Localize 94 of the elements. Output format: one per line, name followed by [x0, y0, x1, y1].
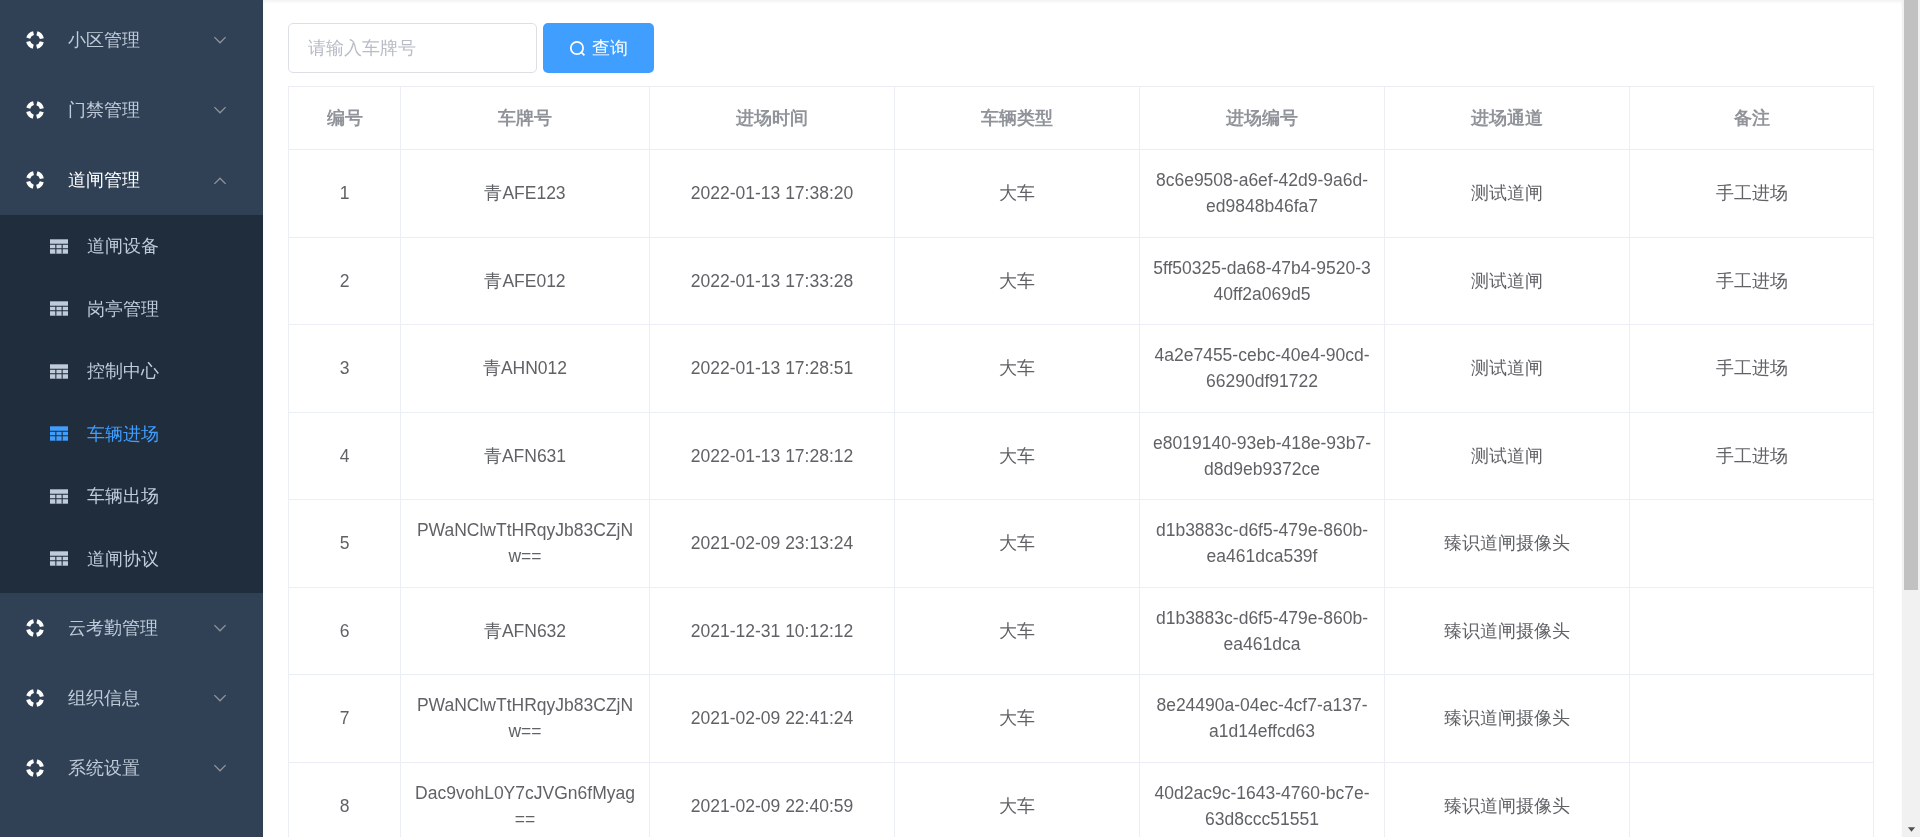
- help-ring-icon: [25, 170, 45, 190]
- table-cell: 1: [339, 183, 350, 204]
- search-icon: [569, 39, 586, 57]
- table-cell: 2021-02-09 22:40:59: [690, 795, 854, 816]
- grid-icon: [50, 488, 68, 504]
- table-cell: 大车: [999, 183, 1035, 204]
- table-cell: d1b3883c-d6f5-479e-860b-ea461dca539f: [1155, 520, 1369, 567]
- help-ring-icon: [25, 30, 45, 50]
- table-cell: 大车: [999, 445, 1035, 466]
- menu-item[interactable]: 系统设置: [0, 733, 263, 803]
- table-cell: 青AFN632: [483, 620, 567, 641]
- table-cell: 测试道闸: [1471, 183, 1543, 204]
- table-cell: 臻识道闸摄像头: [1444, 620, 1570, 641]
- chevron-down-icon: [213, 105, 227, 115]
- chevron-down-icon: [213, 763, 227, 773]
- table-cell: Dac9vohL0Y7cJVGn6fMyag==: [415, 782, 635, 829]
- table-cell: 大车: [999, 358, 1035, 379]
- table-cell: 3: [339, 358, 350, 379]
- table-cell: 测试道闸: [1471, 270, 1543, 291]
- table-cell: 大车: [999, 708, 1035, 729]
- table-cell: 测试道闸: [1471, 358, 1543, 379]
- column-header: 进场时间: [649, 86, 895, 150]
- chevron-down-icon: [213, 35, 227, 45]
- column-header: 备注: [1629, 86, 1874, 150]
- chevron-down-icon: [213, 693, 227, 703]
- scroll-down-icon[interactable]: [1907, 827, 1916, 833]
- scrollbar[interactable]: [1902, 0, 1920, 837]
- grid-icon: [50, 238, 68, 254]
- table-cell: 青AFE012: [484, 270, 566, 291]
- column-header: 进场通道: [1384, 86, 1630, 150]
- table-cell: 4a2e7455-cebc-40e4-90cd-66290df91722: [1154, 345, 1370, 392]
- table-cell: d1b3883c-d6f5-479e-860b-ea461dca: [1155, 607, 1369, 654]
- menu-item[interactable]: 道闸管理: [0, 145, 263, 215]
- table-cell: e8019140-93eb-418e-93b7-d8d9eb9372ce: [1153, 432, 1371, 479]
- table-cell: 手工进场: [1715, 183, 1788, 204]
- table-cell: 6: [339, 620, 350, 641]
- table-cell: 2021-12-31 10:12:12: [690, 620, 854, 641]
- table-cell: 臻识道闸摄像头: [1444, 708, 1570, 729]
- column-header: 车牌号: [400, 86, 650, 150]
- table-cell: 臻识道闸摄像头: [1444, 533, 1570, 554]
- table-cell: 40d2ac9c-1643-4760-bc7e-63d8ccc51551: [1154, 782, 1370, 829]
- menu-item[interactable]: 小区管理: [0, 5, 263, 75]
- search-field[interactable]: 请输入车牌号: [288, 23, 537, 73]
- column-header: 进场编号: [1139, 86, 1385, 150]
- table-cell: 5ff50325-da68-47b4-9520-340ff2a069d5: [1153, 257, 1371, 304]
- submenu-item[interactable]: 岗亭管理: [0, 277, 263, 340]
- table-cell: 手工进场: [1715, 358, 1788, 379]
- chevron-down-icon: [213, 623, 227, 633]
- submenu-item[interactable]: 道闸设备: [0, 215, 263, 278]
- menu-item[interactable]: 门禁管理: [0, 75, 263, 145]
- help-ring-icon: [25, 100, 45, 120]
- table-cell: 大车: [999, 620, 1035, 641]
- help-ring-icon: [25, 758, 45, 778]
- grid-icon: [50, 426, 68, 442]
- table-cell: 手工进场: [1715, 270, 1788, 291]
- table-cell: 2022-01-13 17:28:51: [690, 358, 854, 379]
- column-header: 编号: [288, 86, 401, 150]
- column-header: 车辆类型: [894, 86, 1140, 150]
- table-cell: 测试道闸: [1471, 445, 1543, 466]
- table-cell: 5: [339, 533, 350, 554]
- table-cell: 大车: [999, 795, 1035, 816]
- scrollbar-thumb[interactable]: [1904, 0, 1918, 590]
- table-cell: 2022-01-13 17:33:28: [690, 270, 854, 291]
- table-cell: 青AFE123: [484, 183, 566, 204]
- table-cell: 8: [339, 795, 350, 816]
- table-cell: 2021-02-09 23:13:24: [690, 533, 854, 554]
- table-cell: PWaNClwTtHRqyJb83CZjNw==: [416, 520, 634, 567]
- table-cell: 大车: [999, 533, 1035, 554]
- submenu-item[interactable]: 车辆进场: [0, 402, 263, 465]
- menu-item[interactable]: 云考勤管理: [0, 593, 263, 663]
- table-cell: 臻识道闸摄像头: [1444, 795, 1570, 816]
- grid-icon: [50, 301, 68, 317]
- menu-item[interactable]: 组织信息: [0, 663, 263, 733]
- help-ring-icon: [25, 618, 45, 638]
- table-cell: 2022-01-13 17:38:20: [690, 183, 854, 204]
- help-ring-icon: [25, 688, 45, 708]
- table-cell: 青AHN012: [482, 358, 568, 379]
- table-cell: 青AFN631: [483, 445, 567, 466]
- chevron-up-icon: [213, 175, 227, 185]
- table-cell: 8e24490a-04ec-4cf7-a137-a1d14effcd63: [1156, 695, 1368, 742]
- grid-icon: [50, 551, 68, 567]
- table-cell: 4: [339, 445, 350, 466]
- table-cell: 2022-01-13 17:28:12: [690, 445, 854, 466]
- table-cell: 2021-02-09 22:41:24: [690, 708, 854, 729]
- table-cell: 8c6e9508-a6ef-42d9-9a6d-ed9848b46fa7: [1155, 170, 1369, 217]
- submenu-item[interactable]: 控制中心: [0, 340, 263, 403]
- table-cell: 2: [339, 270, 350, 291]
- grid-icon: [50, 363, 68, 379]
- submenu-item[interactable]: 道闸协议: [0, 527, 263, 590]
- table-cell: 7: [339, 708, 350, 729]
- table-cell: 手工进场: [1715, 445, 1788, 466]
- table-cell: 大车: [999, 270, 1035, 291]
- table-cell: PWaNClwTtHRqyJb83CZjNw==: [416, 695, 634, 742]
- submenu-item[interactable]: 车辆出场: [0, 465, 263, 528]
